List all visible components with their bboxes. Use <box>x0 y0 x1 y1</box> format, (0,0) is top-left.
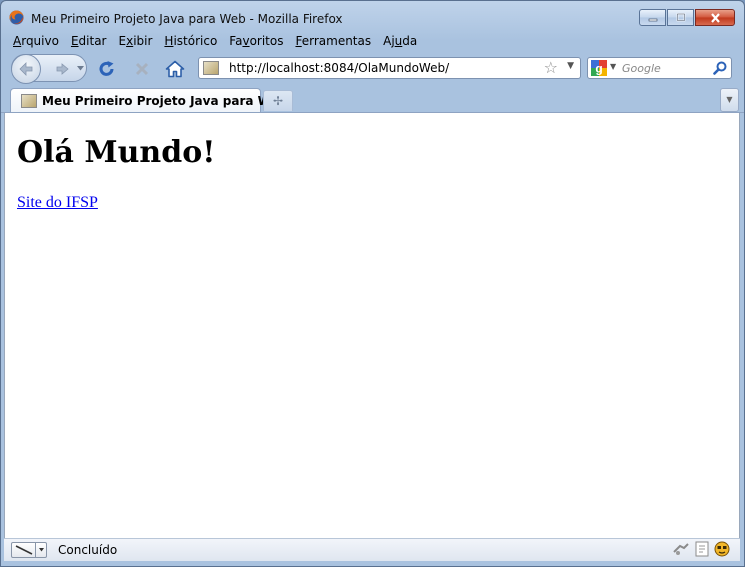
status-text: Concluído <box>58 543 118 557</box>
reload-icon <box>99 61 114 76</box>
spyware-icon[interactable] <box>672 542 690 556</box>
tab-list-button[interactable]: ▼ <box>720 88 739 112</box>
search-input[interactable] <box>622 60 710 76</box>
url-text[interactable]: http://localhost:8084/OlaMundoWeb/ <box>229 61 449 75</box>
menu-editar-rest: ditar <box>78 34 107 48</box>
page-heading: Olá Mundo! <box>17 135 216 170</box>
menu-exibir[interactable]: Exibir <box>113 33 159 51</box>
menu-historico-rest: istórico <box>173 34 218 48</box>
stop-icon <box>135 62 149 76</box>
menu-exibir-pre: E <box>118 34 127 48</box>
tab-strip: Meu Primeiro Projeto Java para Web ✢ ▼ <box>1 85 744 113</box>
firefox-logo-icon <box>9 10 24 25</box>
close-icon <box>710 12 720 23</box>
menu-favoritos-pre: Fa <box>229 34 243 48</box>
window-title: Meu Primeiro Projeto Java para Web - Moz… <box>31 12 343 26</box>
tab-title: Meu Primeiro Projeto Java para Web <box>42 94 288 108</box>
reload-button[interactable] <box>97 59 117 79</box>
menu-editar[interactable]: Editar <box>65 33 113 51</box>
minimize-icon <box>648 18 657 21</box>
menu-ferramentas[interactable]: Ferramentas <box>289 33 377 51</box>
menu-ajuda-pre: Aj <box>383 34 395 48</box>
history-dropdown-icon[interactable] <box>77 66 84 71</box>
status-icons <box>672 541 730 557</box>
menu-historico[interactable]: Histórico <box>158 33 223 51</box>
menu-favoritos-key: v <box>242 34 250 48</box>
tab-active[interactable]: Meu Primeiro Projeto Java para Web <box>10 88 287 113</box>
search-icon[interactable] <box>713 61 727 75</box>
maximize-button[interactable] <box>667 9 694 26</box>
title-bar: Meu Primeiro Projeto Java para Web - Moz… <box>1 1 744 31</box>
status-tool-button[interactable] <box>11 542 47 558</box>
address-bar[interactable]: http://localhost:8084/OlaMundoWeb/ ☆ ▼ <box>198 57 581 79</box>
minimize-button[interactable] <box>639 9 666 26</box>
menu-exibir-rest: ibir <box>133 34 153 48</box>
back-forward-group <box>11 54 87 84</box>
menu-ajuda[interactable]: Ajuda <box>377 33 423 51</box>
addon-face-icon[interactable] <box>714 541 730 557</box>
menu-ajuda-rest: da <box>402 34 418 48</box>
window-controls <box>638 9 735 26</box>
page-info-icon[interactable] <box>695 541 709 557</box>
url-dropdown-icon[interactable]: ▼ <box>567 61 574 71</box>
svg-text:g: g <box>595 62 602 76</box>
plus-icon: ✢ <box>272 94 284 108</box>
home-icon <box>165 60 185 78</box>
forward-icon <box>56 63 69 75</box>
status-bar: Concluído <box>4 538 740 561</box>
pen-tool-icon <box>15 543 44 557</box>
tab-favicon-icon <box>21 94 37 108</box>
menu-editar-key: E <box>70 34 79 48</box>
menu-ferramentas-rest: erramentas <box>301 34 372 48</box>
google-icon[interactable]: g <box>591 60 607 76</box>
menu-arquivo[interactable]: Arquivo <box>7 33 65 51</box>
menu-favoritos-rest: oritos <box>249 34 284 48</box>
search-bar: g ▼ <box>587 57 732 79</box>
ifsp-site-link[interactable]: Site do IFSP <box>17 194 98 212</box>
bookmark-star-icon[interactable]: ☆ <box>544 59 558 77</box>
navigation-toolbar: http://localhost:8084/OlaMundoWeb/ ☆ ▼ g… <box>1 52 744 84</box>
new-tab-button[interactable]: ✢ <box>263 90 293 111</box>
close-button[interactable] <box>695 9 735 26</box>
stop-button[interactable] <box>132 59 152 79</box>
search-engine-dropdown-icon[interactable]: ▼ <box>610 62 616 71</box>
home-button[interactable] <box>165 59 185 79</box>
browser-window: Meu Primeiro Projeto Java para Web - Moz… <box>0 0 745 567</box>
menu-bar: Arquivo Editar Exibir Histórico Favorito… <box>7 33 423 51</box>
site-favicon-icon <box>203 61 219 75</box>
forward-button[interactable] <box>52 60 72 78</box>
back-button[interactable] <box>11 54 41 84</box>
menu-arquivo-key: A <box>13 34 22 48</box>
menu-favoritos[interactable]: Favoritos <box>223 33 289 51</box>
menu-arquivo-rest: rquivo <box>21 34 59 48</box>
chevron-down-icon: ▼ <box>726 95 733 104</box>
maximize-icon <box>676 13 685 22</box>
page-content: Olá Mundo! Site do IFSP <box>4 113 740 538</box>
back-icon <box>19 62 33 76</box>
